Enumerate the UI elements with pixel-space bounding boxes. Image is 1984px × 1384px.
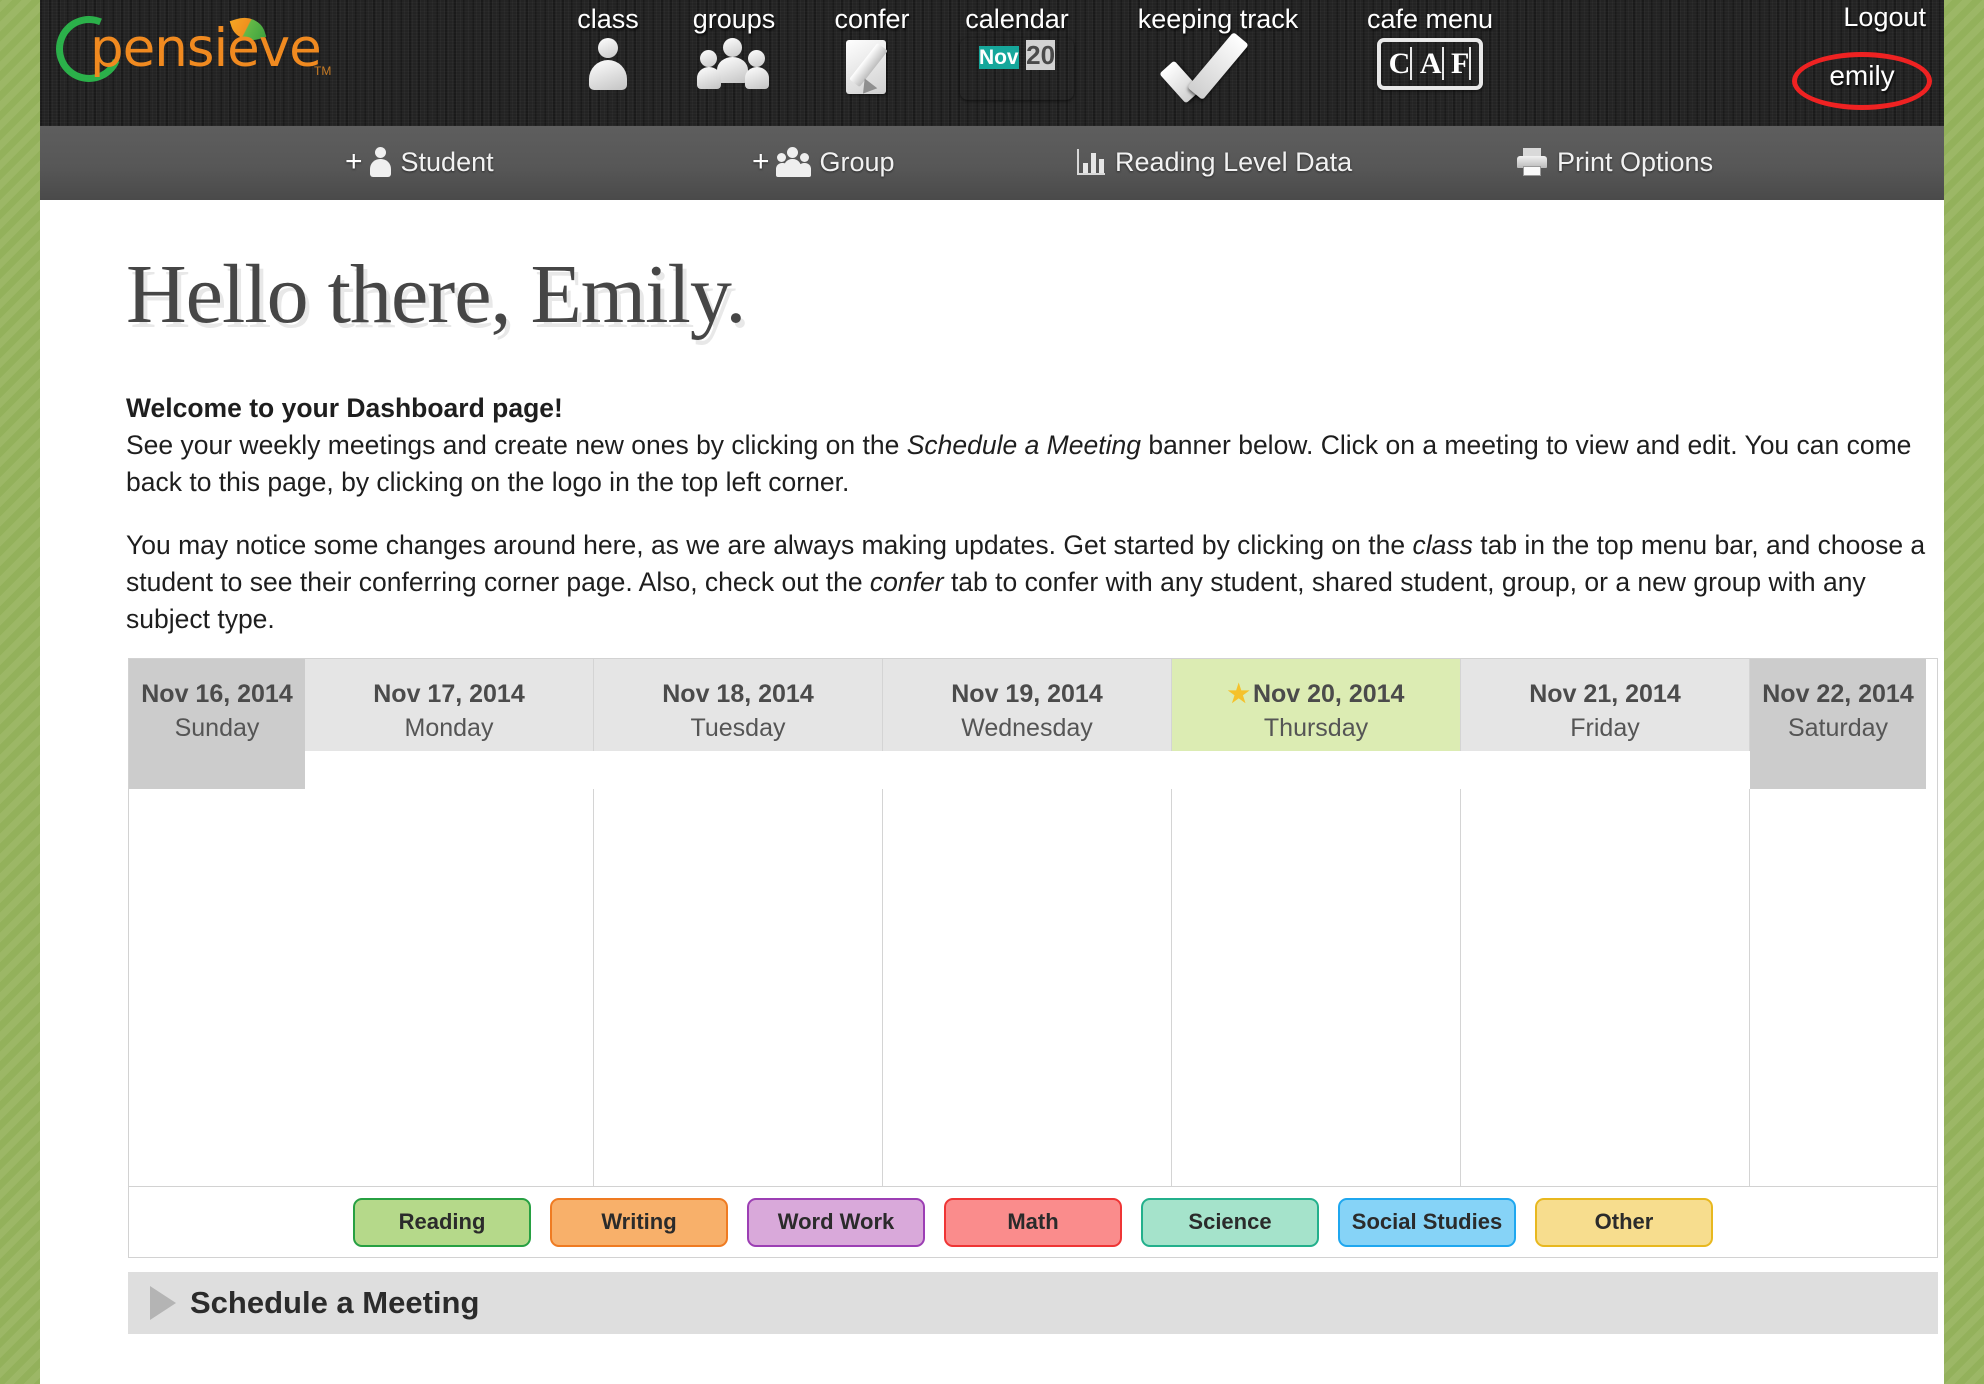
nav-label-cafe-menu: cafe menu — [1366, 4, 1494, 34]
cafe-letter-a: A — [1419, 47, 1444, 80]
calendar-day-column-monday[interactable]: Nov 17, 2014 Monday — [305, 659, 594, 751]
calendar-icon-day: 20 — [1026, 40, 1056, 70]
subject-chip-science[interactable]: Science — [1141, 1197, 1319, 1247]
plus-sign-group: + — [752, 145, 770, 178]
bar-chart-icon — [1077, 149, 1105, 175]
calendar-day-column-tuesday[interactable]: Nov 18, 2014 Tuesday — [594, 659, 883, 751]
weekly-calendar: Nov 16, 2014 Sunday Nov 17, 2014 Monday … — [128, 658, 1938, 1187]
logout-link[interactable]: Logout — [1843, 2, 1926, 33]
reading-level-data-label: Reading Level Data — [1115, 147, 1353, 177]
nav-item-confer[interactable]: confer — [814, 4, 930, 99]
cafe-letter-f: F — [1451, 47, 1472, 80]
nav-label-confer: confer — [834, 4, 910, 34]
calendar-date-sunday: Nov 16, 2014 — [141, 680, 293, 708]
reading-level-data-button[interactable]: Reading Level Data — [1077, 142, 1352, 182]
pensieve-logo[interactable]: pensieve TM — [46, 6, 338, 92]
nav-label-calendar: calendar — [965, 4, 1069, 34]
subject-chip-word-work[interactable]: Word Work — [747, 1197, 925, 1247]
nav-item-cafe-menu[interactable]: cafe menu C A F E — [1340, 4, 1520, 90]
nav-item-calendar[interactable]: calendar Nov 20 — [946, 4, 1088, 100]
calendar-events-thursday[interactable] — [1172, 789, 1461, 1187]
nav-item-groups[interactable]: groups — [672, 4, 796, 90]
top-navigation-bar: pensieve TM class groups confer calendar — [40, 0, 1944, 126]
calendar-date-thursday: Nov 20, 2014 — [1252, 680, 1405, 708]
add-group-icon — [775, 147, 811, 177]
group-icon — [697, 38, 771, 90]
calendar-weekday-saturday: Saturday — [1787, 714, 1889, 742]
add-student-button[interactable]: + Student — [345, 142, 494, 182]
printer-icon — [1517, 148, 1547, 176]
calendar-date-monday: Nov 17, 2014 — [373, 680, 525, 708]
nav-label-groups: groups — [692, 4, 776, 34]
calendar-events-saturday[interactable] — [1750, 789, 1926, 1187]
calendar-day-column-thursday-today[interactable]: ★ Nov 20, 2014 Thursday — [1172, 659, 1461, 751]
calendar-day-column-wednesday[interactable]: Nov 19, 2014 Wednesday — [883, 659, 1172, 751]
calendar-header-row: Nov 16, 2014 Sunday Nov 17, 2014 Monday … — [129, 659, 1937, 789]
calendar-weekday-tuesday: Tuesday — [690, 714, 786, 742]
nav-label-class: class — [577, 4, 639, 34]
add-group-button[interactable]: + Group — [752, 142, 895, 182]
current-user-name: emily — [1829, 60, 1895, 91]
nav-item-class[interactable]: class — [558, 4, 658, 90]
calendar-icon: Nov 20 — [960, 38, 1074, 100]
subject-chip-other[interactable]: Other — [1535, 1197, 1713, 1247]
calendar-events-wednesday[interactable] — [883, 789, 1172, 1187]
logo-trademark: TM — [314, 64, 332, 78]
cafe-icon: C A F E — [1377, 38, 1483, 90]
updates-emphasis-confer: confer — [869, 567, 944, 597]
calendar-date-friday: Nov 21, 2014 — [1529, 680, 1681, 708]
calendar-events-tuesday[interactable] — [594, 789, 883, 1187]
nav-item-keeping-track[interactable]: keeping track — [1110, 4, 1326, 104]
calendar-day-column-saturday[interactable]: Nov 22, 2014 Saturday — [1750, 659, 1926, 789]
plus-sign-student: + — [345, 145, 363, 178]
welcome-paragraph: Welcome to your Dashboard page! See your… — [126, 390, 1936, 501]
calendar-events-sunday[interactable] — [129, 789, 305, 1187]
updates-emphasis-class: class — [1412, 530, 1473, 560]
calendar-weekday-friday: Friday — [1570, 714, 1640, 742]
add-group-label: Group — [819, 147, 895, 177]
updates-paragraph: You may notice some changes around here,… — [126, 527, 1936, 638]
add-student-label: Student — [400, 147, 494, 177]
expand-triangle-icon — [150, 1286, 176, 1320]
updates-text-a: You may notice some changes around here,… — [126, 530, 1413, 560]
add-student-icon — [369, 147, 391, 177]
schedule-a-meeting-banner[interactable]: Schedule a Meeting — [128, 1272, 1938, 1334]
subject-chip-social-studies[interactable]: Social Studies — [1338, 1197, 1516, 1247]
subject-legend: Reading Writing Word Work Math Science S… — [128, 1186, 1938, 1258]
subject-chip-writing[interactable]: Writing — [550, 1197, 728, 1247]
welcome-heading: Welcome to your Dashboard page! — [126, 393, 563, 423]
calendar-events-friday[interactable] — [1461, 789, 1750, 1187]
nav-label-keeping-track: keeping track — [1137, 4, 1299, 34]
pencil-paper-icon — [844, 38, 900, 99]
calendar-day-column-sunday[interactable]: Nov 16, 2014 Sunday — [129, 659, 305, 789]
calendar-date-tuesday: Nov 18, 2014 — [662, 680, 814, 708]
logo-wordmark: pensieve — [90, 18, 322, 79]
subject-chip-math[interactable]: Math — [944, 1197, 1122, 1247]
calendar-events-monday[interactable] — [305, 789, 594, 1187]
calendar-weekday-sunday: Sunday — [174, 714, 260, 742]
cafe-letter-c: C — [1388, 47, 1413, 80]
welcome-text-a: See your weekly meetings and create new … — [126, 430, 907, 460]
checkmark-icon — [1159, 31, 1272, 104]
calendar-day-column-friday[interactable]: Nov 21, 2014 Friday — [1461, 659, 1750, 751]
subject-chip-reading[interactable]: Reading — [353, 1197, 531, 1247]
current-user-button[interactable]: emily — [1792, 52, 1932, 110]
calendar-icon-month: Nov — [978, 46, 1019, 69]
calendar-weekday-thursday: Thursday — [1263, 714, 1369, 742]
calendar-weekday-wednesday: Wednesday — [961, 714, 1093, 742]
schedule-a-meeting-label: Schedule a Meeting — [190, 1285, 480, 1320]
calendar-date-saturday: Nov 22, 2014 — [1762, 680, 1914, 708]
calendar-weekday-monday: Monday — [404, 714, 494, 742]
person-icon — [585, 38, 631, 90]
calendar-date-wednesday: Nov 19, 2014 — [951, 680, 1103, 708]
secondary-toolbar: + Student + Group Reading Level Data Pri… — [40, 126, 1944, 200]
print-options-label: Print Options — [1557, 147, 1714, 177]
today-star-icon: ★ — [1227, 680, 1250, 708]
page-title: Hello there, Emily. — [126, 248, 746, 341]
page-sheet: pensieve TM class groups confer calendar — [40, 0, 1944, 1384]
calendar-event-area — [129, 789, 1937, 1187]
print-options-button[interactable]: Print Options — [1517, 142, 1713, 182]
welcome-emphasis: Schedule a Meeting — [906, 430, 1141, 460]
